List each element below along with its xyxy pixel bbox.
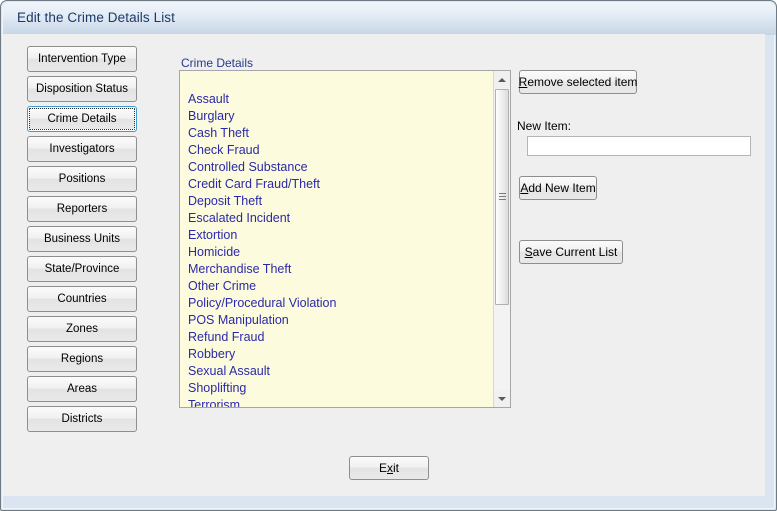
- sidebar-item-regions[interactable]: Regions: [27, 346, 137, 372]
- list-item[interactable]: Robbery: [180, 346, 490, 363]
- focus-rectangle: Crime Details: [29, 108, 135, 130]
- save-current-list-button[interactable]: Save Current List: [519, 240, 623, 264]
- listbox-scrollbar[interactable]: [493, 71, 510, 407]
- sidebar-item-label: Regions: [61, 353, 103, 365]
- list-item[interactable]: Assault: [180, 91, 490, 108]
- sidebar-item-label: Business Units: [44, 233, 120, 245]
- sidebar-item-investigators[interactable]: Investigators: [27, 136, 137, 162]
- remove-accel-char: R: [519, 75, 528, 89]
- sidebar-item-label: Districts: [62, 413, 103, 425]
- sidebar-item-positions[interactable]: Positions: [27, 166, 137, 192]
- sidebar-item-label: Positions: [59, 173, 106, 185]
- sidebar-item-label: Zones: [66, 323, 98, 335]
- listbox-items[interactable]: AssaultBurglaryCash TheftCheck FraudCont…: [180, 91, 490, 408]
- save-label-rest: ave Current List: [533, 245, 618, 259]
- exit-button[interactable]: Exit: [349, 456, 429, 480]
- sidebar-item-label: State/Province: [45, 263, 120, 275]
- list-item[interactable]: Policy/Procedural Violation: [180, 295, 490, 312]
- sidebar-item-state-province[interactable]: State/Province: [27, 256, 137, 282]
- sidebar-item-label: Areas: [67, 383, 97, 395]
- crime-details-listbox[interactable]: AssaultBurglaryCash TheftCheck FraudCont…: [179, 70, 511, 408]
- scrollbar-grip-icon: [499, 193, 506, 201]
- new-item-input[interactable]: [527, 136, 751, 156]
- sidebar-item-label: Disposition Status: [36, 83, 128, 95]
- sidebar-item-zones[interactable]: Zones: [27, 316, 137, 342]
- sidebar-item-label: Reporters: [57, 203, 108, 215]
- sidebar-item-crime-details[interactable]: Crime Details: [27, 106, 137, 132]
- scrollbar-track[interactable]: [494, 88, 510, 390]
- sidebar-item-label: Investigators: [49, 143, 114, 155]
- list-item[interactable]: Other Crime: [180, 278, 490, 295]
- sidebar-item-label: Countries: [57, 293, 106, 305]
- title-bar: Edit the Crime Details List: [3, 3, 776, 35]
- list-item[interactable]: Sexual Assault: [180, 363, 490, 380]
- list-item[interactable]: Merchandise Theft: [180, 261, 490, 278]
- new-item-label: New Item:: [517, 119, 571, 133]
- list-item[interactable]: Extortion: [180, 227, 490, 244]
- list-item[interactable]: POS Manipulation: [180, 312, 490, 329]
- add-label-rest: dd New Item: [528, 181, 595, 195]
- sidebar-item-disposition-status[interactable]: Disposition Status: [27, 76, 137, 102]
- list-panel-label: Crime Details: [181, 56, 253, 70]
- remove-selected-item-button[interactable]: Remove selected item: [519, 70, 637, 94]
- sidebar-item-reporters[interactable]: Reporters: [27, 196, 137, 222]
- list-item[interactable]: Refund Fraud: [180, 329, 490, 346]
- exit-label-pre: E: [379, 461, 387, 475]
- add-new-item-button[interactable]: Add New Item: [519, 176, 597, 200]
- scroll-down-arrow-icon[interactable]: [494, 390, 510, 407]
- sidebar-item-label: Crime Details: [47, 113, 116, 125]
- list-item[interactable]: Homicide: [180, 244, 490, 261]
- window-title: Edit the Crime Details List: [17, 10, 175, 25]
- scroll-up-arrow-icon[interactable]: [494, 71, 510, 88]
- list-item[interactable]: Shoplifting: [180, 380, 490, 397]
- list-item[interactable]: Credit Card Fraud/Theft: [180, 176, 490, 193]
- sidebar-item-countries[interactable]: Countries: [27, 286, 137, 312]
- sidebar-item-business-units[interactable]: Business Units: [27, 226, 137, 252]
- scrollbar-thumb[interactable]: [495, 89, 509, 305]
- list-item[interactable]: Check Fraud: [180, 142, 490, 159]
- list-item[interactable]: Cash Theft: [180, 125, 490, 142]
- application-window: Edit the Crime Details List Intervention…: [0, 0, 777, 511]
- sidebar-item-areas[interactable]: Areas: [27, 376, 137, 402]
- sidebar-item-districts[interactable]: Districts: [27, 406, 137, 432]
- list-item[interactable]: Terrorism: [180, 397, 490, 408]
- remove-label-rest: emove selected item: [527, 75, 637, 89]
- save-accel-char: S: [525, 245, 533, 259]
- sidebar-item-label: Intervention Type: [38, 53, 126, 65]
- list-item[interactable]: Burglary: [180, 108, 490, 125]
- list-item[interactable]: Controlled Substance: [180, 159, 490, 176]
- client-area: Intervention Type Disposition Status Crime…: [3, 34, 765, 496]
- exit-label-rest: it: [393, 461, 399, 475]
- sidebar-item-intervention-type[interactable]: Intervention Type: [27, 46, 137, 72]
- list-item[interactable]: Escalated Incident: [180, 210, 490, 227]
- list-item[interactable]: Deposit Theft: [180, 193, 490, 210]
